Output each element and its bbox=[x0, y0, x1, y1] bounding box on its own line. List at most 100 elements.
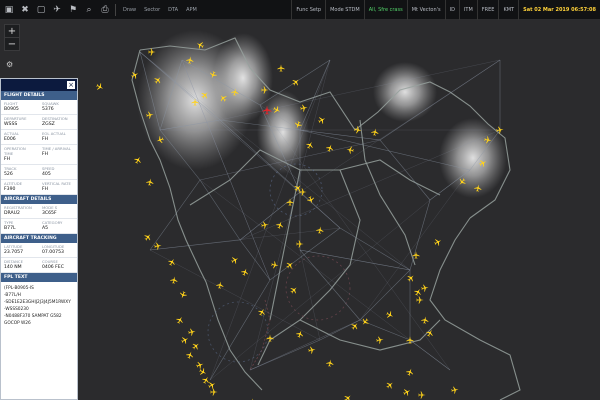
aircraft-icon[interactable] bbox=[130, 70, 140, 80]
field-value: E006 bbox=[4, 137, 16, 142]
aircraft-icon[interactable] bbox=[198, 367, 208, 377]
toolbar-button-sector[interactable]: Sector bbox=[140, 7, 164, 13]
aircraft-icon[interactable] bbox=[284, 259, 296, 271]
toolbar-option-5[interactable]: ITM bbox=[458, 0, 477, 20]
aircraft-icon[interactable] bbox=[175, 315, 185, 325]
fpl-line: -N0488F370 SAMPAT G582 GOCOP W26 bbox=[4, 314, 62, 326]
aircraft-icon[interactable] bbox=[384, 379, 396, 391]
aircraft-icon[interactable] bbox=[416, 296, 424, 304]
airway bbox=[299, 249, 321, 341]
search-icon[interactable]: ⌕ bbox=[82, 3, 96, 17]
toolbar-button-dta[interactable]: DTA bbox=[164, 7, 182, 13]
aircraft-icon[interactable] bbox=[210, 388, 218, 396]
toolbar-option-6[interactable]: FREE bbox=[476, 0, 499, 20]
gear-icon[interactable]: ⚙ bbox=[6, 60, 13, 69]
print-icon[interactable]: ⎙ bbox=[98, 3, 112, 17]
field-cell: MODE S 3C65F bbox=[39, 204, 77, 219]
aircraft-icon[interactable] bbox=[257, 307, 267, 317]
aircraft-icon[interactable] bbox=[178, 290, 188, 300]
airway bbox=[359, 269, 411, 321]
aircraft-icon[interactable] bbox=[230, 255, 240, 265]
aircraft-icon[interactable] bbox=[413, 287, 423, 297]
field-label: ACTUAL bbox=[4, 131, 19, 136]
aircraft-icon[interactable] bbox=[433, 237, 443, 247]
aircraft-icon[interactable] bbox=[145, 177, 155, 187]
aircraft-icon[interactable] bbox=[190, 340, 202, 352]
aircraft-icon[interactable] bbox=[385, 310, 395, 320]
aircraft-icon[interactable] bbox=[450, 385, 460, 395]
aircraft-tracking-grid: LATITUDE 23.7057 LONGITUDE 07.00753 DISTANCE… bbox=[1, 243, 77, 273]
airway bbox=[199, 179, 411, 341]
aircraft-icon[interactable] bbox=[187, 327, 197, 337]
toolbar-option-4[interactable]: ID bbox=[444, 0, 459, 20]
aircraft-icon[interactable] bbox=[290, 76, 302, 88]
aircraft-icon[interactable] bbox=[402, 387, 412, 397]
fpl-line: -WSSS0230 bbox=[4, 307, 29, 312]
aircraft-icon[interactable] bbox=[345, 145, 355, 155]
aircraft-details-heading: AIRCRAFT DETAILS bbox=[1, 195, 77, 204]
aircraft-icon[interactable] bbox=[215, 280, 225, 290]
toolbar-option-2[interactable]: All, Sfre crass bbox=[363, 0, 407, 20]
aircraft-icon[interactable] bbox=[169, 275, 179, 285]
aircraft-icon[interactable] bbox=[325, 143, 335, 153]
toolbar-option-1[interactable]: Mode STDM bbox=[325, 0, 364, 20]
aircraft-icon[interactable] bbox=[277, 64, 285, 72]
aircraft-icon[interactable] bbox=[207, 380, 217, 390]
aircraft-icon[interactable] bbox=[306, 195, 316, 205]
field-label: CATEGORY bbox=[42, 220, 63, 225]
zoom-in-button[interactable]: + bbox=[5, 25, 19, 37]
airway bbox=[299, 129, 381, 141]
toolbar-button-apm[interactable]: APM bbox=[182, 7, 201, 13]
layers-icon[interactable]: ▣ bbox=[2, 3, 16, 17]
aircraft-icon[interactable] bbox=[295, 329, 305, 339]
fpl-line: -SDE1E2E3GHIJ2J3J4J5M1RWXY bbox=[4, 300, 71, 305]
aircraft-icon[interactable] bbox=[370, 127, 380, 137]
aircraft-icon[interactable] bbox=[195, 360, 205, 370]
delete-icon[interactable]: ▢ bbox=[34, 3, 48, 17]
aircraft-icon[interactable] bbox=[405, 367, 415, 377]
aircraft-icon[interactable] bbox=[185, 350, 195, 360]
field-label: DEPARTURE bbox=[4, 116, 27, 121]
close-icon[interactable]: × bbox=[67, 81, 75, 89]
aircraft-icon[interactable] bbox=[317, 115, 327, 125]
aircraft-icon[interactable] bbox=[240, 267, 250, 277]
trash-icon[interactable]: ✖ bbox=[18, 3, 32, 17]
coastline bbox=[429, 217, 521, 400]
aircraft-icon[interactable] bbox=[418, 391, 426, 399]
toolbar-divider bbox=[115, 3, 116, 16]
aircraft-icon[interactable] bbox=[405, 272, 417, 284]
route-icon[interactable]: ✈ bbox=[50, 3, 64, 17]
airway bbox=[409, 339, 451, 371]
toolbar-option-7[interactable]: KMT bbox=[498, 0, 518, 20]
field-value: ZGSZ bbox=[42, 122, 55, 127]
field-cell: TIME / ARRIVAL FH bbox=[39, 145, 77, 165]
field-value: B0905 bbox=[4, 107, 19, 112]
field-value: 140 NM bbox=[4, 265, 22, 270]
aircraft-icon[interactable] bbox=[307, 345, 317, 355]
aircraft-icon[interactable] bbox=[288, 284, 300, 296]
fpl-line: (FPL-B0905-IS bbox=[4, 286, 34, 291]
aircraft-icon[interactable] bbox=[180, 335, 190, 345]
aircraft-icon[interactable] bbox=[133, 155, 143, 165]
aircraft-icon[interactable] bbox=[325, 358, 335, 368]
flight-details-grid: FLIGHT B0905 SQUAWK 5376 DEPARTURE WSSS DESTIN… bbox=[1, 100, 77, 195]
toolbar-option-3[interactable]: Mt Vecton's bbox=[406, 0, 445, 20]
aircraft-icon[interactable] bbox=[95, 82, 105, 92]
airway bbox=[409, 199, 431, 271]
flag-icon[interactable]: ⚑ bbox=[66, 3, 80, 17]
aircraft-icon[interactable] bbox=[142, 231, 154, 243]
field-cell: DISTANCE 140 NM bbox=[1, 258, 39, 273]
toolbar-button-draw[interactable]: Draw bbox=[119, 7, 140, 13]
aircraft-icon[interactable] bbox=[420, 283, 430, 293]
zoom-out-button[interactable]: − bbox=[5, 37, 19, 50]
toolbar-option-0[interactable]: Func Setp bbox=[291, 0, 325, 20]
aircraft-icon[interactable] bbox=[406, 336, 414, 344]
field-value: 0406 FEC bbox=[42, 265, 64, 270]
field-cell: EOL ACTUAL FH bbox=[39, 130, 77, 145]
aircraft-icon[interactable] bbox=[375, 335, 385, 345]
aircraft-icon[interactable] bbox=[201, 375, 211, 385]
aircraft-icon[interactable] bbox=[167, 257, 177, 267]
aircraft-icon[interactable] bbox=[420, 315, 430, 325]
radar-map[interactable] bbox=[0, 20, 600, 400]
aircraft-icon[interactable] bbox=[342, 392, 354, 400]
